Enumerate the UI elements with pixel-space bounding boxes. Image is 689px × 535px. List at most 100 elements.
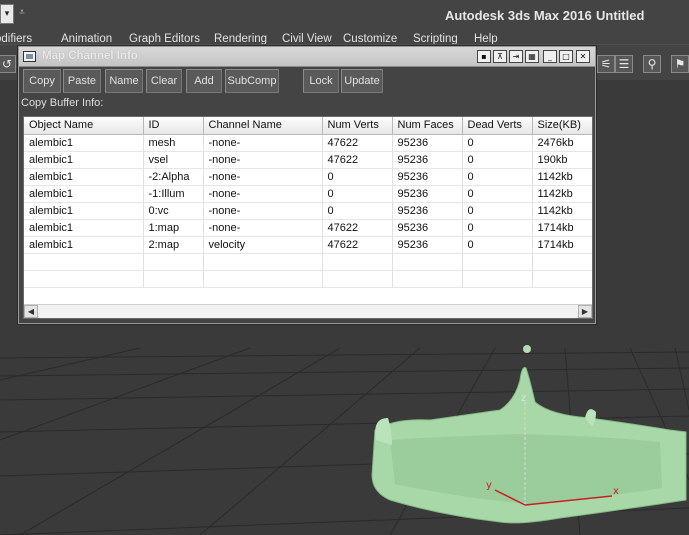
dialog-titlebar[interactable]: Map Channel Info ▪ ⊼ ⇥ ▦ _ □ ✕	[19, 47, 595, 67]
table-cell: 2:map	[143, 236, 204, 254]
column-header[interactable]: Object Name	[24, 117, 144, 135]
dock-icon[interactable]: ⇥	[509, 50, 523, 63]
table-cell: 1142kb	[532, 202, 592, 220]
scroll-left-icon[interactable]: ◀	[24, 305, 38, 318]
menu-civil-view[interactable]: Civil View	[282, 32, 332, 44]
app-title: Autodesk 3ds Max 2016	[445, 8, 592, 23]
quick-access-dropdown-icon[interactable]: ▾	[0, 4, 14, 24]
table-cell: 1142kb	[532, 168, 592, 186]
table-cell: 190kb	[532, 151, 592, 169]
table-cell: 0	[462, 185, 533, 203]
menu-graph-editors[interactable]: Graph Editors	[129, 32, 200, 44]
table-cell: 1:map	[143, 219, 204, 237]
clear-button[interactable]: Clear	[146, 69, 182, 93]
table-cell: 0	[462, 236, 533, 254]
column-header[interactable]: Num Faces	[392, 117, 463, 135]
table-cell: 1714kb	[532, 236, 592, 254]
table-cell: vsel	[143, 151, 204, 169]
menu-customize[interactable]: Customize	[343, 32, 397, 44]
table-cell: 0	[462, 134, 533, 152]
table-cell: 1714kb	[532, 219, 592, 237]
copy-button[interactable]: Copy	[23, 69, 61, 93]
quick-access-flyout-icon[interactable]: ⩡	[17, 6, 27, 20]
column-header[interactable]: Dead Verts	[462, 117, 533, 135]
table-row[interactable]: alembic1 1:map -none- 47622 95236 0 1714kb	[24, 219, 592, 237]
gizmo-x-label: x	[613, 486, 619, 497]
table-cell: -none-	[203, 185, 323, 203]
table-cell: alembic1	[24, 185, 144, 203]
update-button[interactable]: Update	[341, 69, 383, 93]
align-icon[interactable]: ☰	[615, 55, 633, 73]
horizontal-scrollbar[interactable]: ◀ ▶	[24, 304, 592, 318]
snap-toggle-icon[interactable]: ⚟	[597, 55, 615, 73]
table-cell: alembic1	[24, 219, 144, 237]
table-cell: 1142kb	[532, 185, 592, 203]
table-row[interactable]: alembic1 vsel -none- 47622 95236 0 190kb	[24, 151, 592, 169]
table-cell: alembic1	[24, 236, 144, 254]
table-row-empty	[24, 253, 592, 271]
table-cell: velocity	[203, 236, 323, 254]
close-icon[interactable]: ✕	[576, 50, 590, 63]
table-cell: 95236	[392, 202, 463, 220]
named-selection-icon[interactable]: ⚲	[643, 55, 661, 73]
channel-table: Object Name ID Channel Name Num Verts Nu…	[23, 116, 593, 319]
menu-animation[interactable]: Animation	[61, 32, 112, 44]
restore-panel-icon[interactable]: ▦	[525, 50, 539, 63]
lock-button[interactable]: Lock	[303, 69, 339, 93]
table-cell: 47622	[322, 134, 393, 152]
table-cell: 95236	[392, 219, 463, 237]
table-cell: 47622	[322, 236, 393, 254]
menu-scripting[interactable]: Scripting	[413, 32, 458, 44]
table-cell: alembic1	[24, 202, 144, 220]
table-cell: 0	[322, 168, 393, 186]
table-row-empty	[24, 270, 592, 288]
table-row[interactable]: alembic1 0:vc -none- 0 95236 0 1142kb	[24, 202, 592, 220]
table-cell: -none-	[203, 168, 323, 186]
gizmo-y-label: y	[486, 480, 492, 491]
table-cell: alembic1	[24, 168, 144, 186]
subcomp-button[interactable]: SubComp	[225, 69, 279, 93]
float-icon[interactable]: ⊼	[493, 50, 507, 63]
column-header[interactable]: Channel Name	[203, 117, 323, 135]
scroll-right-icon[interactable]: ▶	[578, 305, 592, 318]
table-cell: 0:vc	[143, 202, 204, 220]
paste-button[interactable]: Paste	[63, 69, 101, 93]
menu-modifiers[interactable]: odifiers	[0, 32, 32, 44]
mirror-icon[interactable]: ⚑	[671, 55, 689, 73]
table-cell: -1:Illum	[143, 185, 204, 203]
map-channel-info-dialog: Map Channel Info ▪ ⊼ ⇥ ▦ _ □ ✕ Copy Past…	[18, 46, 596, 324]
column-header[interactable]: ID	[143, 117, 204, 135]
table-cell: -none-	[203, 151, 323, 169]
table-row[interactable]: alembic1 mesh -none- 47622 95236 0 2476kb	[24, 134, 592, 152]
table-cell: 0	[322, 202, 393, 220]
gizmo-z-label: z	[521, 393, 526, 404]
table-row[interactable]: alembic1 2:map velocity 47622 95236 0 1714kb	[24, 236, 592, 254]
column-header[interactable]: Size(KB)	[532, 117, 592, 135]
copy-buffer-label: Copy Buffer Info:	[21, 97, 104, 109]
table-cell: 95236	[392, 185, 463, 203]
menu-bar: odifiers Animation Graph Editors Renderi…	[0, 32, 689, 44]
add-button[interactable]: Add	[186, 69, 222, 93]
document-title: Untitled	[596, 8, 645, 23]
table-cell: 0	[462, 219, 533, 237]
table-row[interactable]: alembic1 -1:Illum -none- 0 95236 0 1142kb	[24, 185, 592, 203]
table-cell: 47622	[322, 219, 393, 237]
minimize-icon[interactable]: _	[543, 50, 557, 63]
table-cell: 95236	[392, 168, 463, 186]
table-cell: mesh	[143, 134, 204, 152]
table-cell: 0	[462, 151, 533, 169]
menu-rendering[interactable]: Rendering	[214, 32, 267, 44]
maximize-icon[interactable]: □	[559, 50, 573, 63]
pin-icon[interactable]: ▪	[477, 50, 491, 63]
table-row[interactable]: alembic1 -2:Alpha -none- 0 95236 0 1142kb	[24, 168, 592, 186]
column-header[interactable]: Num Verts	[322, 117, 393, 135]
splash-mesh[interactable]	[371, 367, 687, 524]
table-cell: -none-	[203, 134, 323, 152]
menu-help[interactable]: Help	[474, 32, 498, 44]
table-cell: 95236	[392, 151, 463, 169]
table-cell: 95236	[392, 236, 463, 254]
table-cell: 0	[462, 202, 533, 220]
undo-icon[interactable]: ↺	[0, 55, 16, 73]
table-cell: 0	[322, 185, 393, 203]
name-button[interactable]: Name	[105, 69, 143, 93]
